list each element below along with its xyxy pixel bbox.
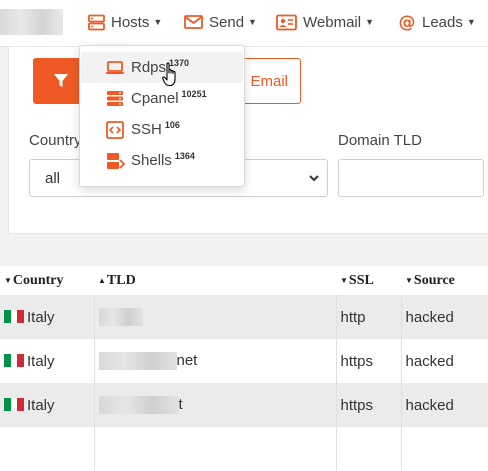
id-card-icon xyxy=(276,14,297,30)
country-select-value: all xyxy=(45,169,61,187)
redacted-domain xyxy=(98,396,179,415)
country-cell xyxy=(0,427,94,471)
column-header-ssl-label: SSL xyxy=(348,272,374,288)
tld-cell xyxy=(93,427,336,471)
column-header-source[interactable]: ▼Source xyxy=(401,266,488,295)
column-header-tld-label: TLD xyxy=(106,272,136,288)
column-header-source-label: Source xyxy=(413,272,455,288)
chevron-down-icon: ▼ xyxy=(466,17,476,27)
country-cell: Italy xyxy=(0,383,94,427)
table-row[interactable]: Italy net https hacked xyxy=(0,339,488,383)
italy-flag-icon xyxy=(4,309,24,323)
menu-item-cpanel-count: 10251 xyxy=(181,88,207,99)
results-table: ▼Country ▲TLD ▼SSL ▼Source Italy http ha… xyxy=(0,266,488,471)
domain-tld-input[interactable] xyxy=(338,159,484,197)
server-icon xyxy=(107,91,123,106)
sort-down-icon: ▼ xyxy=(405,275,413,285)
column-header-country-label: Country xyxy=(12,272,64,288)
country-label: Country xyxy=(29,132,82,149)
sort-down-icon: ▼ xyxy=(340,275,348,285)
tld-cell xyxy=(93,295,336,339)
menu-item-ssh[interactable]: SSH 106 xyxy=(81,114,243,145)
source-cell: hacked xyxy=(400,295,488,339)
filter-icon xyxy=(54,74,68,87)
country-value: Italy xyxy=(27,396,55,414)
tld-value: net xyxy=(176,351,198,369)
menu-item-ssh-count: 106 xyxy=(164,119,180,130)
chevron-down-icon xyxy=(309,175,319,182)
menu-item-ssh-label: SSH xyxy=(131,121,162,138)
tld-cell: net xyxy=(93,339,336,383)
italy-flag-icon xyxy=(4,397,24,411)
nav-hosts[interactable]: Hosts ▼ xyxy=(88,0,162,44)
code-icon xyxy=(106,120,124,139)
menu-item-rdps-label: Rdps xyxy=(131,59,167,76)
tld-cell: t xyxy=(93,383,336,427)
menu-item-shells[interactable]: Shells 1364 xyxy=(81,145,243,176)
chevron-down-icon: ▼ xyxy=(153,17,163,27)
menu-item-cpanel-label: Cpanel xyxy=(131,90,179,107)
chevron-down-icon: ▼ xyxy=(248,17,257,27)
source-cell: hacked xyxy=(400,339,488,383)
column-header-tld[interactable]: ▲TLD xyxy=(94,266,336,295)
svg-text:@: @ xyxy=(399,13,416,31)
menu-item-shells-label: Shells xyxy=(131,152,172,169)
table-row[interactable]: Italy http hacked xyxy=(0,295,488,339)
country-cell: Italy xyxy=(0,339,94,383)
hand-pointer-cursor-icon xyxy=(162,62,176,87)
nav-leads-label: Leads xyxy=(422,13,463,31)
country-value: Italy xyxy=(27,352,55,370)
ssl-cell xyxy=(335,427,401,471)
nav-send-label: Send xyxy=(209,13,245,31)
domain-tld-label: Domain TLD xyxy=(338,132,422,149)
table-row[interactable]: Italy t https hacked xyxy=(0,383,488,427)
nav-hosts-label: Hosts xyxy=(111,13,150,31)
nav-leads[interactable]: @ Leads ▼ xyxy=(398,0,476,44)
logo[interactable] xyxy=(0,9,63,35)
tld-value: t xyxy=(178,395,183,413)
nav-webmail[interactable]: Webmail ▼ xyxy=(276,0,374,44)
column-header-ssl[interactable]: ▼SSL xyxy=(336,266,401,295)
source-cell xyxy=(400,427,488,471)
shell-icon xyxy=(107,152,125,169)
redacted-domain xyxy=(98,308,143,327)
mail-icon xyxy=(184,15,203,29)
ssl-cell: https xyxy=(335,339,401,383)
menu-item-shells-count: 1364 xyxy=(174,150,195,161)
ssl-cell: https xyxy=(335,383,401,427)
chevron-down-icon: ▼ xyxy=(365,17,374,27)
sort-up-icon: ▲ xyxy=(98,275,106,285)
country-value: Italy xyxy=(27,308,55,326)
country-cell: Italy xyxy=(0,295,94,339)
ssl-cell: http xyxy=(335,295,401,339)
nav-send[interactable]: Send ▼ xyxy=(184,0,257,44)
server-icon xyxy=(88,14,105,30)
column-header-country[interactable]: ▼Country xyxy=(0,266,94,295)
redacted-domain xyxy=(98,352,177,371)
table-row[interactable] xyxy=(0,427,488,471)
top-navbar: Hosts ▼ Send ▼ Webmail ▼ @ Leads ▼ xyxy=(0,0,488,47)
sort-down-icon: ▼ xyxy=(4,275,12,285)
email-filter-label: Email xyxy=(250,72,288,90)
nav-webmail-label: Webmail xyxy=(303,13,362,31)
italy-flag-icon xyxy=(4,353,24,367)
laptop-icon xyxy=(106,60,124,74)
at-sign-icon: @ xyxy=(399,13,416,31)
source-cell: hacked xyxy=(400,383,488,427)
